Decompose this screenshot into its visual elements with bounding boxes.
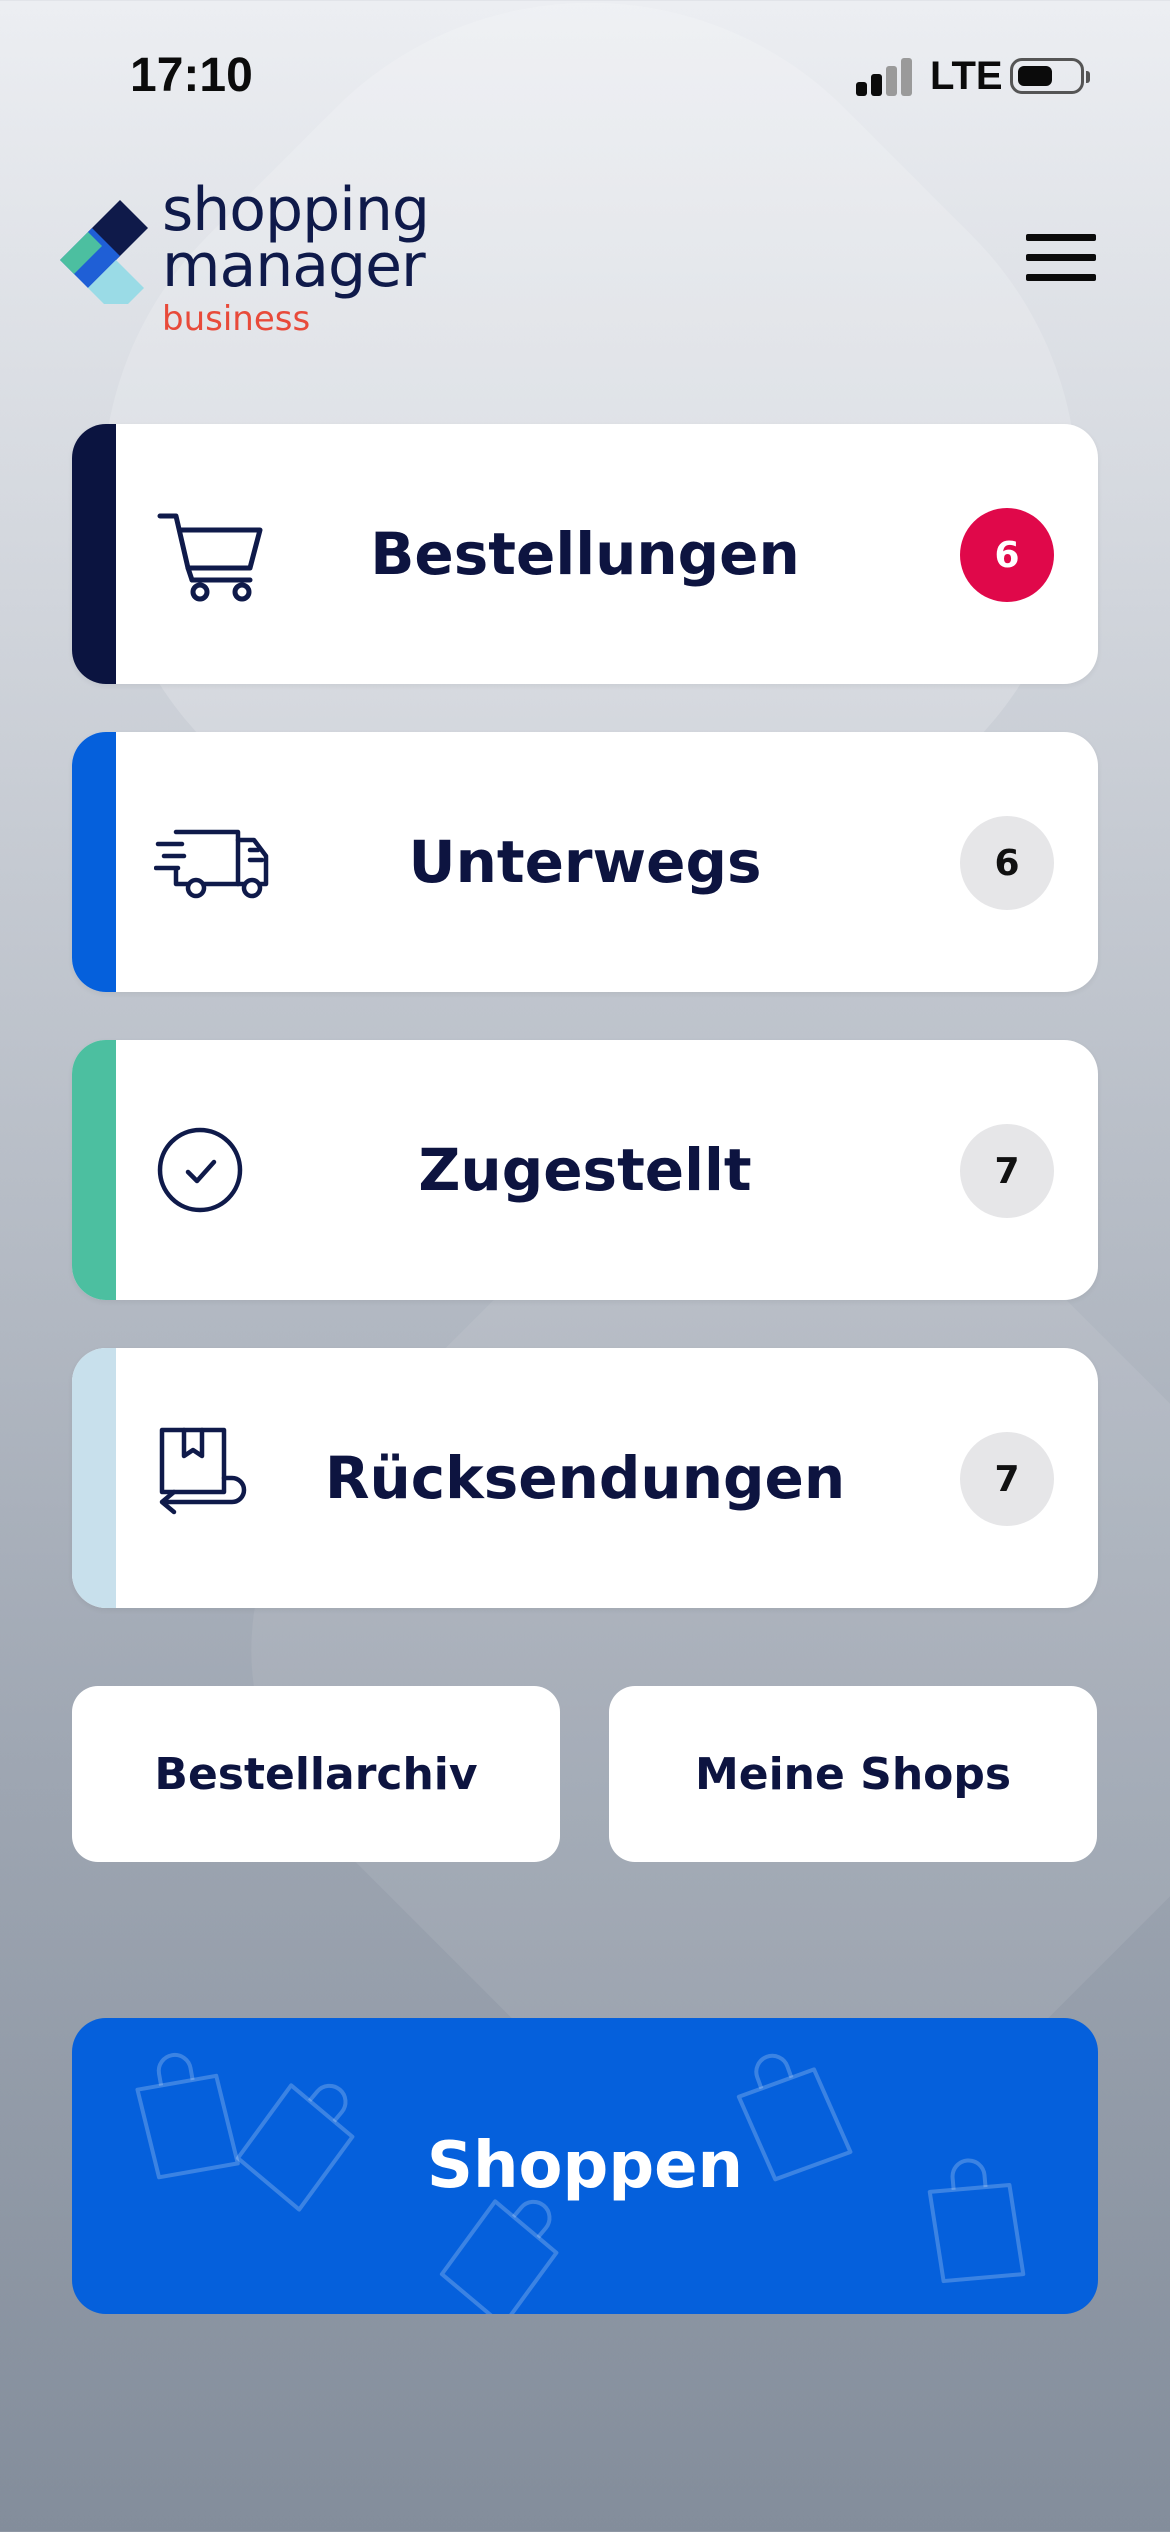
logo-text-business: business (162, 299, 311, 339)
status-time: 17:10 (130, 49, 253, 102)
card-bestellungen[interactable]: Bestellungen 6 (72, 424, 1098, 684)
card-accent-bar (72, 1348, 116, 1608)
my-shops-button[interactable]: Meine Shops (609, 1686, 1097, 1862)
status-bar: 17:10 LTE (0, 0, 1170, 150)
count-badge: 6 (960, 816, 1054, 910)
card-label: Rücksendungen (324, 1444, 846, 1512)
card-ruecksendungen[interactable]: Rücksendungen 7 (72, 1348, 1098, 1608)
card-accent-bar (72, 424, 116, 684)
shoppen-label: Shoppen (426, 2129, 744, 2203)
card-label: Bestellungen (370, 520, 800, 588)
card-accent-bar (72, 1040, 116, 1300)
logo-text-manager: manager (162, 231, 426, 301)
order-archive-button[interactable]: Bestellarchiv (72, 1686, 560, 1862)
count-badge: 7 (960, 1124, 1054, 1218)
network-type: LTE (930, 54, 1003, 98)
count-badge: 6 (960, 508, 1054, 602)
card-label: Zugestellt (418, 1136, 752, 1204)
card-accent-bar (72, 732, 116, 992)
battery-icon (1010, 58, 1090, 94)
signal-strength-icon (856, 58, 916, 96)
hamburger-menu-icon[interactable] (1020, 228, 1100, 288)
logo-mark-icon (60, 200, 148, 304)
count-badge: 7 (960, 1432, 1054, 1526)
app-logo: shopping manager business (58, 180, 478, 350)
card-zugestellt[interactable]: Zugestellt 7 (72, 1040, 1098, 1300)
shoppen-button[interactable]: Shoppen (72, 2018, 1098, 2314)
card-unterwegs[interactable]: Unterwegs 6 (72, 732, 1098, 992)
card-label: Unterwegs (408, 828, 762, 896)
